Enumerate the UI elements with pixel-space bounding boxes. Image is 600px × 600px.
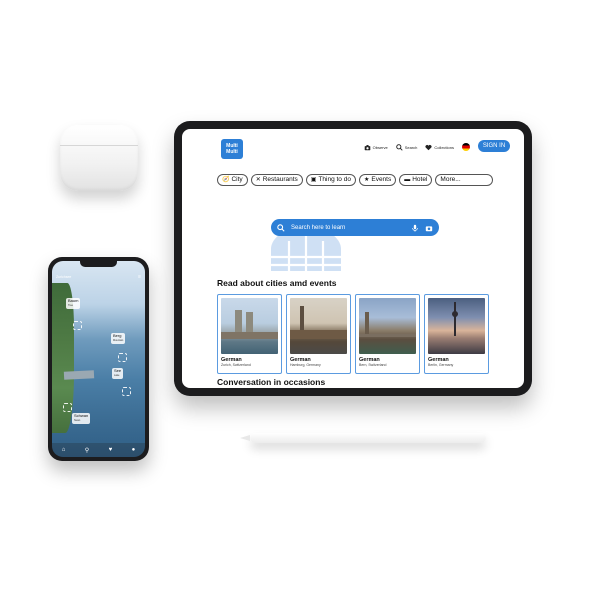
object-tag[interactable]: Baum Tree bbox=[66, 298, 81, 309]
city-card[interactable]: German Bern, Switzerland bbox=[355, 294, 420, 374]
nav-observe-label: Observe bbox=[372, 144, 388, 150]
card-location: Bern, Switzerland bbox=[359, 363, 387, 367]
search-icon bbox=[395, 143, 403, 151]
microphone-icon[interactable] bbox=[411, 224, 419, 232]
top-nav: Observe Search Collections bbox=[364, 143, 470, 151]
tablet-device: Multi Multi Observe Search Collections S… bbox=[174, 121, 532, 396]
nav-observe[interactable]: Observe bbox=[364, 144, 388, 151]
phone-tab-bar: ⌂ ⚲ ♥ ● bbox=[52, 443, 145, 457]
nav-search-label: Search bbox=[404, 144, 418, 150]
card-location: Hamburg, Germany bbox=[290, 363, 321, 367]
detection-frame bbox=[118, 353, 127, 362]
search-icon[interactable]: ⚲ bbox=[85, 447, 89, 454]
card-location: Zurich, Switzerland bbox=[221, 363, 251, 367]
spire bbox=[365, 312, 369, 334]
stylus-pencil bbox=[240, 433, 486, 443]
bern-photo bbox=[359, 298, 416, 354]
chip-things-to-do[interactable]: ▣ Thing to do bbox=[305, 174, 356, 186]
menu-icon[interactable]: ☰ bbox=[138, 275, 141, 279]
chip-hotel[interactable]: ▬ Hotel bbox=[399, 174, 433, 186]
object-tag[interactable]: Berg Mountain bbox=[111, 333, 126, 344]
berlin-photo bbox=[428, 298, 485, 354]
lid-line bbox=[60, 145, 138, 146]
card-location: Berlin, Germany bbox=[428, 363, 454, 367]
buildings bbox=[290, 330, 347, 339]
chip-things-label: Thing to do bbox=[318, 176, 351, 183]
category-chips: 🧭 City ✕ Restaurants ▣ Thing to do ★ Events … bbox=[217, 174, 494, 186]
camera-icon bbox=[364, 144, 370, 150]
heart-icon bbox=[425, 144, 432, 150]
chip-more-label: More... bbox=[440, 176, 461, 183]
sign-in-button[interactable]: SIGN IN bbox=[478, 140, 510, 152]
zurich-photo bbox=[221, 298, 278, 354]
detection-frame bbox=[63, 403, 72, 412]
detection-frame bbox=[73, 321, 82, 330]
phone-top-bar: Zurichsee ☰ bbox=[56, 273, 141, 281]
buildings bbox=[221, 332, 278, 339]
bridge bbox=[359, 334, 416, 337]
compass-icon: 🧭 bbox=[222, 177, 230, 183]
chip-restaurants-label: Restaurants bbox=[262, 176, 298, 183]
shoreline bbox=[63, 370, 95, 380]
tag-translation: Swan bbox=[74, 418, 81, 422]
section-title-cities: Read about cities amd events bbox=[217, 278, 337, 288]
airpods-case bbox=[60, 125, 138, 191]
nav-collections-label: Collections bbox=[434, 144, 454, 150]
pencil-tip bbox=[240, 435, 250, 441]
nav-collections[interactable]: Collections bbox=[425, 144, 454, 151]
tag-translation: Mountain bbox=[113, 338, 124, 342]
city-cards: German Zurich, Switzerland German Hambur… bbox=[217, 294, 489, 374]
phone-notch bbox=[80, 261, 117, 267]
utensils-icon: ✕ bbox=[255, 177, 261, 183]
top-bar: Multi Multi Observe Search Collections S… bbox=[182, 129, 524, 169]
phone-device: Zurichsee ☰ Baum Tree Berg Mountain See … bbox=[48, 257, 149, 461]
profile-icon[interactable]: ● bbox=[132, 447, 136, 453]
tag-translation: Lake bbox=[114, 373, 120, 377]
city-card[interactable]: German Zurich, Switzerland bbox=[217, 294, 282, 374]
device-mockup-scene: Multi Multi Observe Search Collections S… bbox=[0, 0, 600, 600]
chip-city[interactable]: 🧭 City bbox=[217, 174, 248, 186]
object-tag[interactable]: See Lake bbox=[112, 368, 124, 379]
tv-tower bbox=[454, 302, 456, 336]
app-logo[interactable]: Multi Multi bbox=[221, 139, 243, 159]
phone-location-label[interactable]: Zurichsee bbox=[56, 275, 71, 279]
section-title-conversation: Conversation in occasions bbox=[217, 377, 326, 387]
detection-frame bbox=[122, 387, 131, 396]
bed-icon: ▬ bbox=[404, 177, 411, 183]
tablet-screen: Multi Multi Observe Search Collections S… bbox=[182, 129, 524, 388]
chip-events[interactable]: ★ Events bbox=[358, 174, 397, 186]
tv-tower-sphere bbox=[452, 311, 458, 317]
heart-icon[interactable]: ♥ bbox=[109, 447, 113, 453]
chip-more[interactable]: More... bbox=[435, 174, 494, 186]
city-card[interactable]: German Hamburg, Germany bbox=[286, 294, 351, 374]
home-icon[interactable]: ⌂ bbox=[62, 447, 66, 453]
nav-search[interactable]: Search bbox=[395, 143, 418, 151]
chip-events-label: Events bbox=[371, 176, 392, 183]
hamburg-photo bbox=[290, 298, 347, 354]
german-flag-icon[interactable] bbox=[462, 143, 470, 151]
phone-screen: Zurichsee ☰ Baum Tree Berg Mountain See … bbox=[52, 261, 145, 457]
star-icon: ★ bbox=[363, 177, 370, 183]
search-bar[interactable]: Search here to learn bbox=[271, 219, 439, 236]
search-icon bbox=[277, 223, 285, 232]
chip-hotel-label: Hotel bbox=[412, 176, 428, 183]
tag-label: Baum bbox=[68, 298, 79, 303]
chip-restaurants[interactable]: ✕ Restaurants bbox=[250, 174, 303, 186]
tag-translation: Tree bbox=[68, 303, 74, 307]
map-icon: ▣ bbox=[310, 177, 317, 183]
object-tag[interactable]: Schwan Swan bbox=[72, 413, 91, 424]
search-placeholder[interactable]: Search here to learn bbox=[291, 225, 405, 231]
tag-label: Schwan bbox=[74, 413, 89, 418]
tag-label: See bbox=[114, 368, 122, 373]
chip-city-label: City bbox=[231, 176, 243, 183]
city-card[interactable]: German Berlin, Germany bbox=[424, 294, 489, 374]
camera-icon[interactable] bbox=[425, 224, 433, 232]
